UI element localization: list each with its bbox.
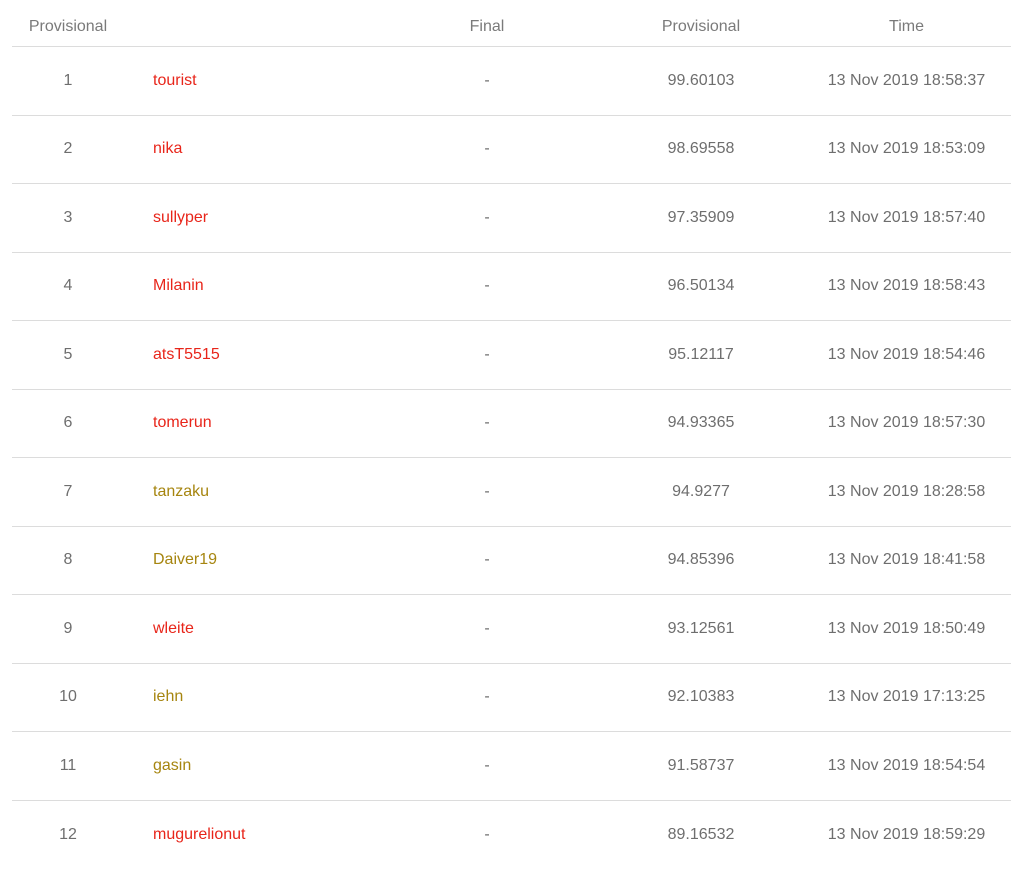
handle-cell: mugurelionut [124,826,374,844]
table-row: 12 mugurelionut - 89.16532 13 Nov 2019 18:59… [12,801,1011,870]
provisional-score-cell: 93.12561 [667,619,735,637]
handle-link[interactable]: tomerun [153,414,212,431]
handle-cell: iehn [124,688,374,706]
handle-cell: tourist [124,72,374,90]
final-score-cell: - [484,551,490,569]
rank-cell: 7 [63,482,73,500]
final-score-cell: - [484,482,490,500]
table-header: Provisional Final Provisional Time [12,8,1011,47]
provisional-score-cell: 97.35909 [667,208,735,226]
submission-time-cell: 13 Nov 2019 18:59:29 [827,825,986,843]
table-row: 4 Milanin - 96.50134 13 Nov 2019 18:58:43 [12,253,1011,321]
handle-link[interactable]: iehn [153,688,183,705]
handle-cell: Daiver19 [124,551,374,569]
submission-time-cell: 13 Nov 2019 18:57:30 [827,414,986,432]
handle-link[interactable]: atsT5515 [153,346,220,363]
handle-cell: atsT5515 [124,346,374,364]
provisional-score-cell: 95.12117 [668,345,734,363]
handle-link[interactable]: mugurelionut [153,826,246,843]
handle-link[interactable]: wleite [153,620,194,637]
handle-cell: gasin [124,757,374,775]
submission-time-cell: 13 Nov 2019 18:28:58 [827,482,986,500]
rank-cell: 4 [63,277,73,295]
handle-cell: wleite [124,620,374,638]
submission-time-cell: 13 Nov 2019 18:41:58 [827,551,986,569]
provisional-score-cell: 98.69558 [667,140,735,158]
table-row: 10 iehn - 92.10383 13 Nov 2019 17:13:25 [12,664,1011,732]
rank-cell: 2 [63,140,73,158]
handle-cell: Milanin [124,277,374,295]
final-score-cell: - [484,277,490,295]
rank-cell: 8 [63,551,73,569]
submission-time-cell: 13 Nov 2019 18:57:40 [827,208,986,226]
table-row: 1 tourist - 99.60103 13 Nov 2019 18:58:37 [12,47,1011,116]
table-row: 3 sullyper - 97.35909 13 Nov 2019 18:57:40 [12,184,1011,253]
handle-link[interactable]: gasin [153,757,191,774]
table-row: 11 gasin - 91.58737 13 Nov 2019 18:54:54 [12,732,1011,801]
final-score-cell: - [484,756,490,774]
final-score-cell: - [484,414,490,432]
rank-cell: 5 [63,345,73,363]
handle-link[interactable]: tourist [153,72,197,89]
rank-cell: 1 [63,71,73,89]
table-row: 7 tanzaku - 94.9277 13 Nov 2019 18:28:58 [12,458,1011,527]
submission-time-cell: 13 Nov 2019 18:54:54 [827,756,986,774]
final-score-cell: - [484,825,490,843]
handle-link[interactable]: tanzaku [153,483,209,500]
header-provisional[interactable]: Provisional [600,18,802,36]
handle-cell: tanzaku [124,483,374,501]
rank-cell: 10 [59,688,77,706]
table-row: 8 Daiver19 - 94.85396 13 Nov 2019 18:41:58 [12,527,1011,595]
table-row: 2 nika - 98.69558 13 Nov 2019 18:53:09 [12,116,1011,184]
submission-time-cell: 13 Nov 2019 18:58:43 [827,277,986,295]
provisional-score-cell: 94.85396 [667,551,735,569]
submission-time-cell: 13 Nov 2019 18:50:49 [827,619,986,637]
handle-cell: tomerun [124,414,374,432]
leaderboard-table: Provisional Final Provisional Time 1 tour… [12,8,1011,869]
rank-cell: 11 [59,756,77,774]
final-score-cell: - [484,208,490,226]
provisional-score-cell: 96.50134 [667,277,735,295]
submission-time-cell: 13 Nov 2019 17:13:25 [827,688,986,706]
final-score-cell: - [484,71,490,89]
rank-cell: 6 [63,414,73,432]
handle-cell: nika [124,140,374,158]
final-score-cell: - [484,688,490,706]
header-time[interactable]: Time [802,18,1011,36]
submission-time-cell: 13 Nov 2019 18:53:09 [827,140,986,158]
final-score-cell: - [484,140,490,158]
submission-time-cell: 13 Nov 2019 18:54:46 [827,345,986,363]
provisional-score-cell: 89.16532 [667,825,735,843]
table-row: 9 wleite - 93.12561 13 Nov 2019 18:50:49 [12,595,1011,664]
handle-link[interactable]: sullyper [153,209,208,226]
header-rank[interactable]: Provisional [12,18,124,36]
table-body: 1 tourist - 99.60103 13 Nov 2019 18:58:37 2 ni… [12,47,1011,869]
header-final[interactable]: Final [374,18,600,36]
rank-cell: 3 [63,208,73,226]
handle-link[interactable]: Milanin [153,277,204,294]
rank-cell: 9 [63,619,73,637]
final-score-cell: - [484,619,490,637]
provisional-score-cell: 91.58737 [667,756,735,774]
provisional-score-cell: 94.93365 [667,414,735,432]
handle-link[interactable]: nika [153,140,182,157]
submission-time-cell: 13 Nov 2019 18:58:37 [827,71,986,89]
provisional-score-cell: 99.60103 [667,71,735,89]
provisional-score-cell: 92.10383 [667,688,735,706]
final-score-cell: - [484,345,490,363]
rank-cell: 12 [59,825,77,843]
handle-link[interactable]: Daiver19 [153,551,217,568]
table-row: 5 atsT5515 - 95.12117 13 Nov 2019 18:54:46 [12,321,1011,390]
provisional-score-cell: 94.9277 [672,482,730,500]
table-row: 6 tomerun - 94.93365 13 Nov 2019 18:57:30 [12,390,1011,458]
handle-cell: sullyper [124,209,374,227]
